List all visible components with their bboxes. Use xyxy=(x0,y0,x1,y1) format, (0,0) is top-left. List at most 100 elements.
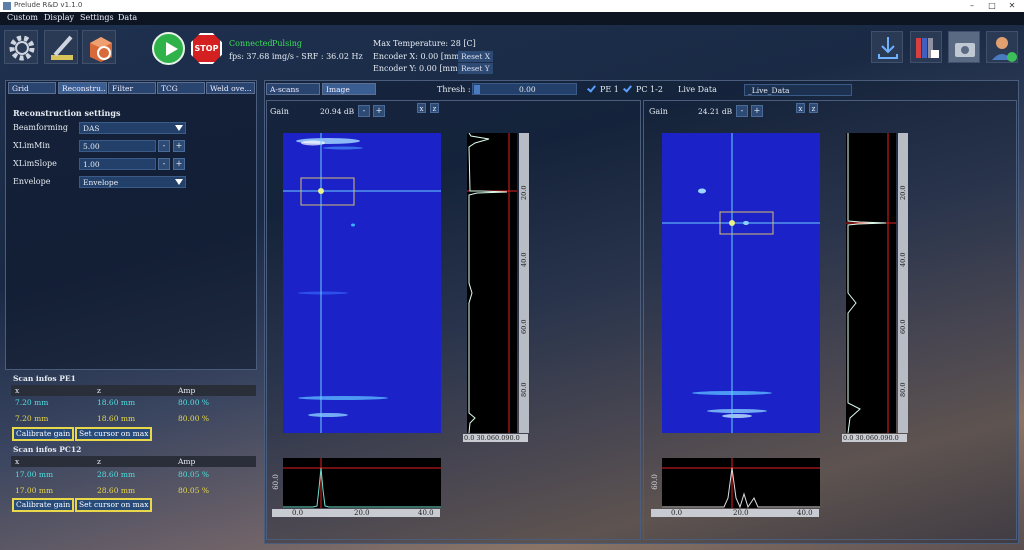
tab-weld-overlay[interactable]: Weld ove... xyxy=(206,82,255,94)
window-title: Prelude R&D v1.1.0 xyxy=(14,1,83,9)
menu-display[interactable]: Display xyxy=(44,13,74,22)
col-x: x xyxy=(15,457,20,466)
scan-pc12-title: Scan infos PC12 xyxy=(13,445,82,454)
camera-icon[interactable] xyxy=(948,31,980,63)
beamforming-value: DAS xyxy=(83,124,100,133)
gain-label: Gain xyxy=(649,107,668,116)
ascan-amp-scale-pc12[interactable]: 0.0 30.060.090.0 xyxy=(842,434,907,442)
gain-label: Gain xyxy=(270,107,289,116)
reset-x-button[interactable]: Reset X xyxy=(458,51,494,62)
3d-view-cube-icon[interactable] xyxy=(82,30,116,64)
tick-label: 60.0 xyxy=(520,319,528,334)
menu-settings[interactable]: Settings xyxy=(80,13,114,22)
tab-reconstruction[interactable]: Reconstru... xyxy=(58,82,107,94)
srf-readout: - SRF : 36.02 Hz xyxy=(296,52,363,61)
xlimmin-decrement-button[interactable]: - xyxy=(158,140,170,152)
download-icon[interactable] xyxy=(871,31,903,63)
maximize-icon[interactable]: □ xyxy=(982,0,1002,12)
title-bar: Prelude R&D v1.1.0 – □ ✕ xyxy=(0,0,1024,12)
tick-label: 0.0 xyxy=(671,509,683,517)
xlimslope-label: XLimSlope xyxy=(13,159,57,168)
z-axis-toggle[interactable]: z xyxy=(430,103,439,113)
chevron-down-icon xyxy=(175,125,183,131)
ascan-plot-pc12[interactable] xyxy=(846,133,896,433)
pe1-checkbox-icon[interactable] xyxy=(587,84,596,93)
col-amp: Amp xyxy=(178,457,196,466)
cell-x: 7.20 mm xyxy=(15,414,49,423)
stop-button[interactable]: STOP xyxy=(191,33,222,64)
profile-plot-pc12[interactable] xyxy=(662,458,820,508)
tick-label: 40.0 xyxy=(899,252,907,267)
library-books-icon[interactable] xyxy=(910,31,942,63)
profile-plot-pe1[interactable] xyxy=(283,458,441,508)
menu-data[interactable]: Data xyxy=(118,13,137,22)
pc12-checkbox-icon[interactable] xyxy=(623,84,632,93)
xlimslope-decrement-button[interactable]: - xyxy=(158,158,170,170)
pe1-label: PE 1 xyxy=(600,85,619,94)
cell-z: 18.60 mm xyxy=(97,398,136,407)
tick-label: 80.0 xyxy=(899,382,907,397)
tab-filter[interactable]: Filter xyxy=(108,82,156,94)
close-icon[interactable]: ✕ xyxy=(1002,0,1022,12)
beamforming-label: Beamforming xyxy=(13,123,68,132)
xlimmin-input[interactable]: 5.00 xyxy=(79,140,156,152)
live-data-value: _Live_Data xyxy=(748,86,790,95)
calibrate-gain-pe1-button[interactable]: Calibrate gain xyxy=(12,427,75,441)
xlimmin-increment-button[interactable]: + xyxy=(173,140,185,152)
calibrate-gain-pc12-button[interactable]: Calibrate gain xyxy=(12,498,75,512)
thresh-slider[interactable]: 0.00 xyxy=(472,83,577,95)
xlimslope-increment-button[interactable]: + xyxy=(173,158,185,170)
reset-y-button[interactable]: Reset Y xyxy=(458,63,493,74)
cell-z: 18.60 mm xyxy=(97,414,136,423)
calibration-tool-icon[interactable] xyxy=(44,30,78,64)
play-button[interactable] xyxy=(152,32,185,65)
max-temperature: Max Temperature: 28 [C] xyxy=(373,39,476,48)
x-axis-toggle[interactable]: x xyxy=(796,103,805,113)
slider-handle[interactable] xyxy=(474,85,480,94)
x-axis-toggle[interactable]: x xyxy=(417,103,426,113)
tab-grid[interactable]: Grid xyxy=(8,82,56,94)
menu-custom[interactable]: Custom xyxy=(7,13,38,22)
cell-amp: 80.05 % xyxy=(178,470,209,479)
xlimslope-input[interactable]: 1.00 xyxy=(79,158,156,170)
set-cursor-max-pc12-button[interactable]: Set cursor on max xyxy=(75,498,153,512)
gain-decrement-button[interactable]: - xyxy=(358,105,370,117)
profile-ytick: 60.0 xyxy=(271,474,280,490)
tab-tcg[interactable]: TCG xyxy=(157,82,205,94)
z-axis-toggle[interactable]: z xyxy=(809,103,818,113)
settings-gear-icon[interactable] xyxy=(4,30,38,64)
minimize-icon[interactable]: – xyxy=(962,0,982,12)
set-cursor-max-pe1-button[interactable]: Set cursor on max xyxy=(75,427,153,441)
gain-value[interactable]: 24.21 dB xyxy=(694,105,734,117)
ascan-plot-pe1[interactable] xyxy=(467,133,517,433)
xlimmin-label: XLimMin xyxy=(13,141,51,150)
stop-label: STOP xyxy=(194,44,219,53)
tab-image[interactable]: Image xyxy=(322,83,376,95)
depth-scale-pc12[interactable]: 20.0 40.0 60.0 80.0 xyxy=(898,133,908,433)
cell-z: 28.60 mm xyxy=(97,486,136,495)
tick-label: 60.0 xyxy=(899,319,907,334)
app-icon xyxy=(3,2,11,10)
pulsing-status: Pulsing xyxy=(272,39,303,48)
cell-x: 7.20 mm xyxy=(15,398,49,407)
depth-scale-pe1[interactable]: 20.0 40.0 60.0 80.0 xyxy=(519,133,529,433)
pc12-label: PC 1-2 xyxy=(636,85,663,94)
tick-label: 40.0 xyxy=(418,509,434,517)
gain-decrement-button[interactable]: - xyxy=(736,105,748,117)
gain-increment-button[interactable]: + xyxy=(373,105,385,117)
bscan-image-pe1[interactable] xyxy=(283,133,441,433)
live-data-label: Live Data xyxy=(678,85,717,94)
live-data-field[interactable]: _Live_Data xyxy=(744,84,852,96)
col-amp: Amp xyxy=(178,386,196,395)
tab-ascans[interactable]: A-scans xyxy=(266,83,320,95)
envelope-select[interactable]: Envelope xyxy=(79,176,186,188)
gain-increment-button[interactable]: + xyxy=(751,105,763,117)
user-profile-icon[interactable] xyxy=(986,31,1018,63)
gain-value[interactable]: 20.94 dB xyxy=(316,105,356,117)
ascan-ticks: 0.0 30.060.090.0 xyxy=(843,434,899,442)
beamforming-select[interactable]: DAS xyxy=(79,122,186,134)
col-x: x xyxy=(15,386,20,395)
ascan-amp-scale-pe1[interactable]: 0.0 30.060.090.0 xyxy=(463,434,528,442)
bscan-image-pc12[interactable] xyxy=(662,133,820,433)
envelope-value: Envelope xyxy=(83,178,119,187)
